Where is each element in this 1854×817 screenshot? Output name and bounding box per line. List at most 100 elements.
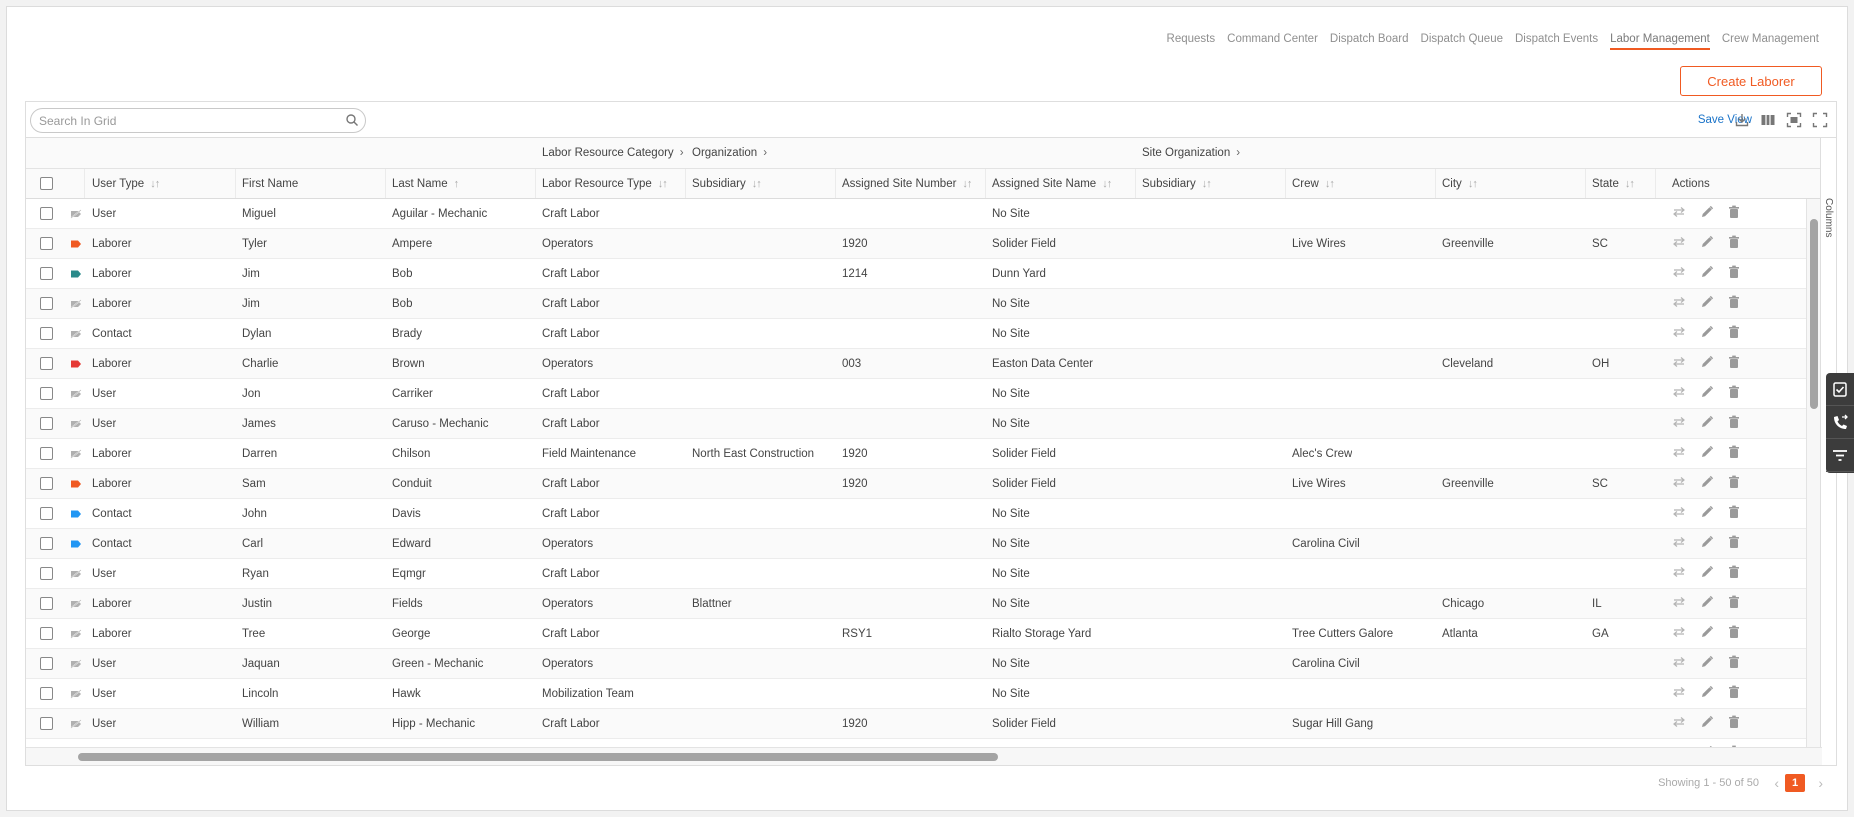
tag-off-icon[interactable]: [63, 439, 82, 468]
delete-icon[interactable]: [1728, 355, 1740, 372]
sort-icon[interactable]: ↓↑: [1202, 178, 1211, 190]
header-site-subsidiary[interactable]: Subsidiary ↓↑: [1135, 169, 1211, 198]
swap-icon[interactable]: [1672, 566, 1686, 581]
header-crew[interactable]: Crew ↓↑: [1285, 169, 1334, 198]
swap-icon[interactable]: [1672, 446, 1686, 461]
tag-off-icon[interactable]: [63, 319, 82, 348]
checkbox[interactable]: [40, 657, 53, 670]
checkbox[interactable]: [40, 327, 53, 340]
filter-icon[interactable]: [1826, 439, 1854, 472]
checkbox[interactable]: [40, 357, 53, 370]
checkbox[interactable]: [40, 627, 53, 640]
download-icon[interactable]: [1734, 112, 1750, 128]
nav-item-crew-management[interactable]: Crew Management: [1722, 33, 1819, 50]
checkbox[interactable]: [40, 267, 53, 280]
header-assigned-site-number[interactable]: Assigned Site Number ↓↑: [835, 169, 971, 198]
edit-icon[interactable]: [1700, 265, 1714, 282]
delete-icon[interactable]: [1728, 535, 1740, 552]
sort-icon[interactable]: ↓↑: [752, 178, 761, 190]
edit-icon[interactable]: [1700, 505, 1714, 522]
checkbox[interactable]: [40, 687, 53, 700]
header-state[interactable]: State ↓↑: [1585, 169, 1634, 198]
swap-icon[interactable]: [1672, 476, 1686, 491]
vertical-scrollbar[interactable]: [1806, 199, 1820, 747]
swap-icon[interactable]: [1672, 506, 1686, 521]
column-separator[interactable]: [235, 169, 236, 198]
checkbox[interactable]: [40, 387, 53, 400]
tag-off-icon[interactable]: [63, 559, 82, 588]
swap-icon[interactable]: [1672, 356, 1686, 371]
sort-icon[interactable]: ↓↑: [1468, 178, 1477, 190]
row-select-checkbox[interactable]: [33, 379, 53, 408]
delete-icon[interactable]: [1728, 445, 1740, 462]
delete-icon[interactable]: [1728, 325, 1740, 342]
swap-icon[interactable]: [1672, 266, 1686, 281]
edit-icon[interactable]: [1700, 565, 1714, 582]
row-select-checkbox[interactable]: [33, 319, 53, 348]
horizontal-scroll-thumb[interactable]: [78, 753, 998, 761]
row-select-checkbox[interactable]: [33, 649, 53, 678]
tag-off-icon[interactable]: [63, 589, 82, 618]
nav-item-command-center[interactable]: Command Center: [1227, 33, 1318, 50]
column-separator[interactable]: [985, 169, 986, 198]
swap-icon[interactable]: [1672, 206, 1686, 221]
edit-icon[interactable]: [1700, 475, 1714, 492]
edit-icon[interactable]: [1700, 535, 1714, 552]
tag-icon[interactable]: [63, 469, 82, 498]
sort-icon[interactable]: ↓↑: [1325, 178, 1334, 190]
checkbox[interactable]: [40, 567, 53, 580]
sort-icon[interactable]: ↓↑: [1625, 178, 1634, 190]
horizontal-scrollbar[interactable]: [26, 747, 1822, 765]
table-row[interactable]: Laborer Tree George Craft Labor RSY1 Rialto S…: [26, 619, 1822, 649]
delete-icon[interactable]: [1728, 685, 1740, 702]
edit-icon[interactable]: [1700, 385, 1714, 402]
header-city[interactable]: City ↓↑: [1435, 169, 1477, 198]
next-page-icon[interactable]: ›: [1818, 775, 1823, 791]
group-site-organization[interactable]: Site Organization ›: [1135, 138, 1240, 168]
swap-icon[interactable]: [1672, 716, 1686, 731]
delete-icon[interactable]: [1728, 595, 1740, 612]
vertical-scroll-thumb[interactable]: [1810, 219, 1818, 409]
swap-icon[interactable]: [1672, 596, 1686, 611]
tag-off-icon[interactable]: [63, 289, 82, 318]
nav-item-dispatch-board[interactable]: Dispatch Board: [1330, 33, 1409, 50]
header-labor-resource-type[interactable]: Labor Resource Type ↓↑: [535, 169, 667, 198]
phone-forward-icon[interactable]: [1826, 406, 1854, 439]
table-row[interactable]: Laborer Ash Johnson Craft Labor 1920 Solider …: [26, 739, 1822, 747]
row-select-checkbox[interactable]: [33, 709, 53, 738]
sort-icon[interactable]: ↓↑: [150, 178, 159, 190]
page-button-current[interactable]: 1: [1785, 774, 1805, 792]
column-separator[interactable]: [685, 169, 686, 198]
checkbox[interactable]: [40, 207, 53, 220]
edit-icon[interactable]: [1700, 595, 1714, 612]
edit-icon[interactable]: [1700, 295, 1714, 312]
edit-icon[interactable]: [1700, 415, 1714, 432]
sort-icon[interactable]: ↓↑: [1102, 178, 1111, 190]
columns-icon[interactable]: [1760, 112, 1776, 128]
row-select-checkbox[interactable]: [33, 499, 53, 528]
nav-item-requests[interactable]: Requests: [1167, 33, 1216, 50]
header-subsidiary[interactable]: Subsidiary ↓↑: [685, 169, 761, 198]
tag-off-icon[interactable]: [63, 679, 82, 708]
table-row[interactable]: Contact Carl Edward Operators No Site Carolin…: [26, 529, 1822, 559]
table-row[interactable]: Contact John Davis Craft Labor No Site: [26, 499, 1822, 529]
nav-item-dispatch-queue[interactable]: Dispatch Queue: [1421, 33, 1503, 50]
edit-icon[interactable]: [1700, 715, 1714, 732]
header-assigned-site-name[interactable]: Assigned Site Name ↓↑: [985, 169, 1111, 198]
row-select-checkbox[interactable]: [33, 259, 53, 288]
tag-icon[interactable]: [63, 229, 82, 258]
table-row[interactable]: Laborer Sam Conduit Craft Labor 1920 Solider …: [26, 469, 1822, 499]
table-row[interactable]: User Jaquan Green - Mechanic Operators No Si…: [26, 649, 1822, 679]
tag-off-icon[interactable]: [63, 619, 82, 648]
row-select-checkbox[interactable]: [33, 679, 53, 708]
swap-icon[interactable]: [1672, 416, 1686, 431]
edit-icon[interactable]: [1700, 205, 1714, 222]
table-row[interactable]: User Ryan Eqmgr Craft Labor No Site: [26, 559, 1822, 589]
tag-off-icon[interactable]: [63, 199, 82, 228]
delete-icon[interactable]: [1728, 655, 1740, 672]
row-select-checkbox[interactable]: [33, 739, 53, 747]
swap-icon[interactable]: [1672, 626, 1686, 641]
column-separator[interactable]: [535, 169, 536, 198]
table-row[interactable]: User William Hipp - Mechanic Craft Labor 192…: [26, 709, 1822, 739]
table-row[interactable]: User Jon Carriker Craft Labor No Site: [26, 379, 1822, 409]
